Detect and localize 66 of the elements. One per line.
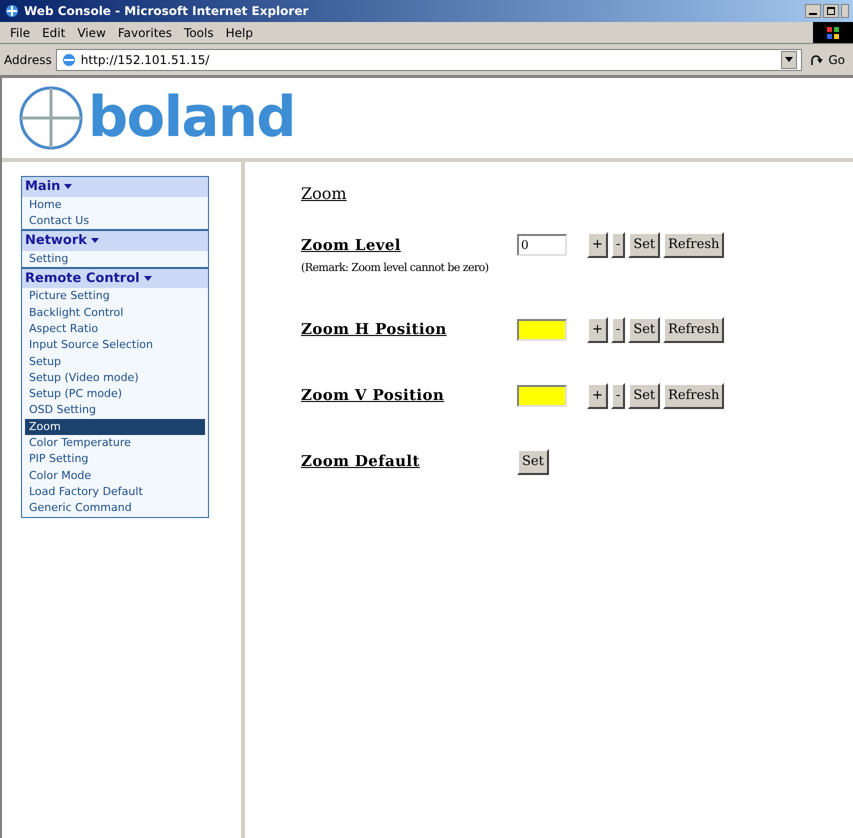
form-button[interactable]: + [587, 382, 608, 408]
form-button[interactable]: Refresh [663, 316, 724, 342]
menu-item[interactable]: Tools [178, 24, 220, 42]
nav-link[interactable]: OSD Setting [25, 402, 205, 419]
form-button[interactable]: Refresh [663, 382, 724, 408]
nav-link[interactable]: Setup (PC mode) [25, 386, 205, 402]
form-button[interactable]: Set [628, 316, 660, 342]
caret-icon [64, 184, 72, 190]
nav-link[interactable]: Input Source Selection [25, 337, 205, 354]
form-button[interactable]: - [610, 316, 626, 342]
value-field[interactable] [517, 384, 567, 406]
minimize-button[interactable] [805, 4, 821, 18]
page-icon [60, 52, 77, 68]
caret-icon [90, 238, 99, 244]
nav-link[interactable]: Setup (Video mode) [25, 370, 205, 386]
nav-link[interactable]: Contact Us [25, 212, 205, 230]
nav-link[interactable]: Aspect Ratio [25, 320, 205, 338]
nav-link[interactable]: Setting [25, 250, 205, 267]
field-label: Zoom Default [301, 451, 421, 472]
nav-link[interactable]: Home [25, 196, 205, 213]
form-button[interactable]: - [610, 232, 626, 258]
address-label: Address [4, 52, 52, 68]
section-header[interactable]: Network [22, 229, 208, 251]
menu-item[interactable]: Edit [36, 24, 72, 42]
dropdown-button[interactable] [781, 50, 798, 68]
field-label: Zoom H Position [301, 319, 448, 340]
value-field[interactable]: 0 [517, 234, 567, 256]
menu-item[interactable]: Help [220, 24, 259, 42]
nav-link[interactable]: Load Factory Default [25, 484, 205, 500]
section-header[interactable]: Remote Control [22, 266, 208, 288]
nav-link[interactable]: Color Temperature [25, 435, 205, 452]
form-button[interactable]: + [587, 316, 608, 342]
field-label: Zoom Level [301, 234, 402, 256]
caret-icon [785, 57, 794, 62]
nav-link[interactable]: PIP Setting [25, 451, 205, 468]
form-button[interactable]: Set [628, 382, 660, 408]
address-field[interactable]: http://152.101.51.15/ [56, 48, 802, 70]
form-button[interactable]: Set [517, 448, 549, 474]
logo-icon [18, 85, 84, 151]
nav-link[interactable]: Backlight Control [25, 304, 205, 321]
form-button[interactable]: Refresh [663, 232, 724, 258]
browser-icon [4, 3, 20, 19]
form-button[interactable]: - [610, 382, 626, 408]
maximize-button[interactable] [823, 4, 839, 18]
windows-logo-icon [813, 22, 853, 43]
menu-item[interactable]: View [71, 24, 112, 42]
window-title: Web Console - Microsoft Internet Explorer [24, 3, 308, 20]
nav-link[interactable]: Setup [25, 354, 205, 370]
arrow-icon [810, 52, 824, 66]
field-label: Zoom V Position [301, 385, 446, 406]
menu-item[interactable]: Favorites [112, 24, 178, 42]
url-text: http://152.101.51.15/ [80, 52, 210, 68]
nav-link[interactable]: Color Mode [25, 468, 205, 484]
value-field[interactable] [517, 318, 567, 340]
nav-link[interactable]: Picture Setting [25, 288, 205, 305]
logo-text: boland [88, 90, 296, 146]
form-button[interactable]: + [587, 232, 608, 258]
section-header[interactable]: Main [22, 177, 208, 196]
page-title: Zoom [301, 183, 347, 205]
nav-link[interactable]: Zoom [25, 418, 205, 436]
menu-item[interactable]: File [4, 24, 36, 42]
form-button[interactable]: Set [628, 232, 660, 258]
go-button[interactable]: Go [806, 50, 849, 68]
remark-text: (Remark: Zoom level cannot be zero) [301, 260, 490, 276]
nav-link[interactable]: Generic Command [25, 500, 205, 517]
caret-icon [144, 276, 152, 282]
